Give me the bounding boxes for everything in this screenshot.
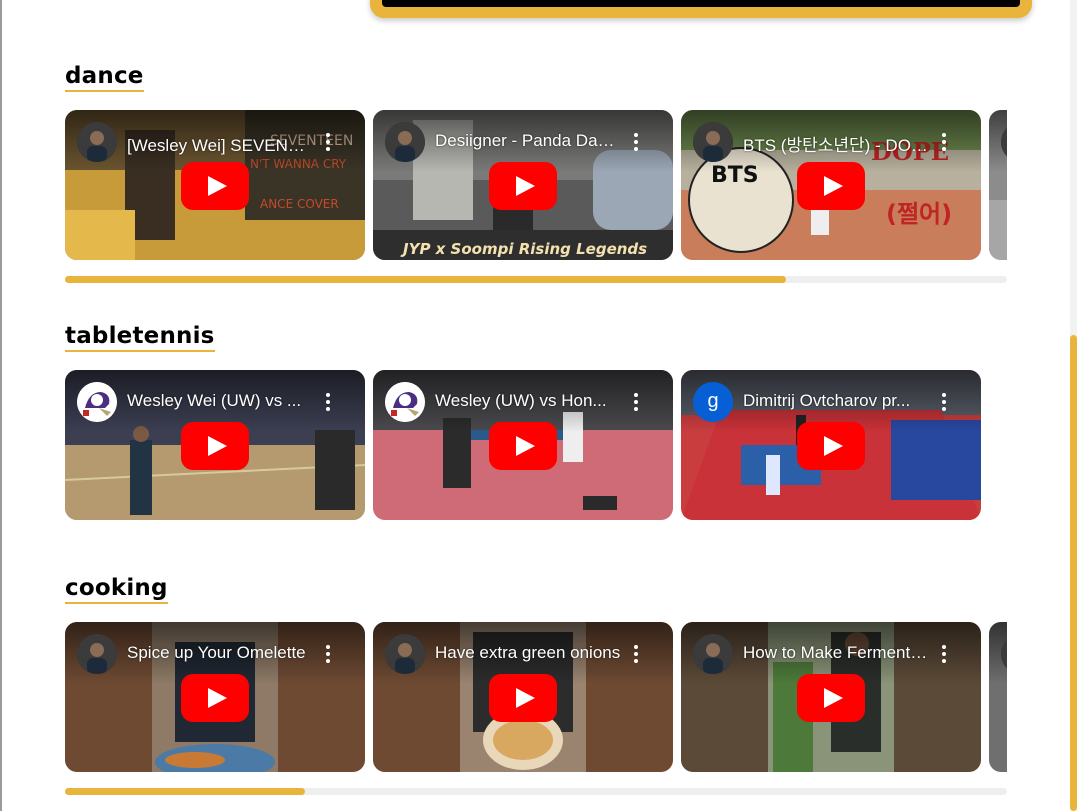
video-card[interactable]: Have extra green onions	[373, 622, 673, 772]
more-vert-icon[interactable]	[321, 644, 335, 666]
video-card[interactable]: BTS DOPE (쩔어) BTS (방탄소년단) - DOPE Dance C…	[681, 110, 981, 260]
video-card[interactable]: SEVENTEEN N'T WANNA CRY ANCE COVER [Wesl…	[65, 110, 365, 260]
video-card[interactable]: Wesley Wei (UW) vs ...	[65, 370, 365, 520]
more-vert-icon[interactable]	[321, 132, 335, 154]
video-row[interactable]: Spice up Your Omelette Have extra green …	[65, 622, 1007, 772]
play-button-icon[interactable]	[797, 422, 865, 470]
more-vert-icon[interactable]	[629, 644, 643, 666]
svg-text:(쩔어): (쩔어)	[886, 200, 952, 228]
video-card[interactable]: JYP x Soompi Rising Legends Desiigner - …	[373, 110, 673, 260]
video-title[interactable]: How to Make Fermented	[743, 643, 929, 663]
page-left-border	[0, 0, 2, 811]
video-title[interactable]: Wesley Wei (UW) vs ...	[127, 391, 313, 411]
video-row[interactable]: Wesley Wei (UW) vs ... Wesley (UW) vs Ho…	[65, 370, 1007, 520]
more-vert-icon[interactable]	[629, 392, 643, 414]
video-card[interactable]	[989, 622, 1007, 772]
video-card[interactable]: How to Make Fermented	[681, 622, 981, 772]
video-card[interactable]: Wesley (UW) vs Hon...	[373, 370, 673, 520]
play-button-icon[interactable]	[181, 674, 249, 722]
channel-avatar-icon[interactable]	[693, 634, 733, 674]
more-vert-icon[interactable]	[629, 132, 643, 154]
channel-avatar-icon[interactable]	[385, 122, 425, 162]
scrollbar-thumb[interactable]	[65, 788, 306, 795]
channel-avatar-icon[interactable]	[693, 122, 733, 162]
embedded-player[interactable]	[382, 0, 1020, 7]
vertical-scrollbar-thumb[interactable]	[1070, 335, 1077, 811]
video-title[interactable]: Spice up Your Omelette	[127, 643, 313, 663]
play-button-icon[interactable]	[797, 674, 865, 722]
horizontal-scrollbar[interactable]	[65, 788, 1007, 795]
play-button-icon[interactable]	[489, 422, 557, 470]
video-title[interactable]: Desiigner - Panda Dance Cover	[435, 131, 621, 151]
channel-avatar-icon[interactable]	[385, 634, 425, 674]
more-vert-icon[interactable]	[937, 132, 951, 154]
channel-avatar-icon[interactable]	[77, 122, 117, 162]
video-title[interactable]: Wesley (UW) vs Hon...	[435, 391, 621, 411]
embedded-player-frame[interactable]	[370, 0, 1032, 18]
more-vert-icon[interactable]	[321, 392, 335, 414]
channel-avatar-icon[interactable]: g	[693, 382, 733, 422]
video-title[interactable]: Dimitrij Ovtcharov pr...	[743, 391, 929, 411]
channel-avatar-icon[interactable]	[77, 382, 117, 422]
play-button-icon[interactable]	[181, 162, 249, 210]
scrollbar-thumb[interactable]	[65, 276, 786, 283]
video-title[interactable]: Have extra green onions	[435, 643, 621, 663]
play-button-icon[interactable]	[181, 422, 249, 470]
channel-avatar-icon[interactable]	[77, 634, 117, 674]
svg-text:JYP x Soompi Rising Legends: JYP x Soompi Rising Legends	[400, 240, 647, 258]
horizontal-scrollbar[interactable]	[65, 276, 1007, 283]
more-vert-icon[interactable]	[937, 392, 951, 414]
section-title: dance	[65, 62, 144, 92]
play-button-icon[interactable]	[489, 674, 557, 722]
video-card[interactable]: Spice up Your Omelette	[65, 622, 365, 772]
svg-text:g: g	[707, 390, 718, 412]
more-vert-icon[interactable]	[937, 644, 951, 666]
play-button-icon[interactable]	[797, 162, 865, 210]
svg-text:ANCE COVER: ANCE COVER	[260, 197, 339, 211]
video-card[interactable]: g Dimitrij Ovtcharov pr...	[681, 370, 981, 520]
video-title[interactable]: [Wesley Wei] SEVENTEEN(세븐틴) - 울고 싶지 않아 (…	[127, 131, 313, 156]
vertical-scrollbar[interactable]	[1070, 0, 1077, 811]
video-row[interactable]: SEVENTEEN N'T WANNA CRY ANCE COVER [Wesl…	[65, 110, 1007, 260]
section-title: tabletennis	[65, 322, 215, 352]
video-card[interactable]	[989, 110, 1007, 260]
video-title[interactable]: BTS (방탄소년단) - DOPE Dance Cover	[743, 131, 929, 156]
play-button-icon[interactable]	[489, 162, 557, 210]
channel-avatar-icon[interactable]	[385, 382, 425, 422]
section-title: cooking	[65, 574, 168, 604]
